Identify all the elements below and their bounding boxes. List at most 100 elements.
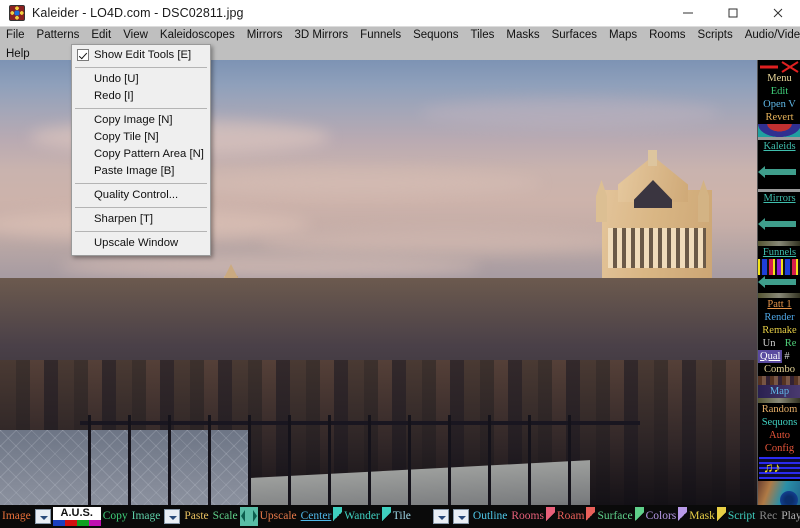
sidebar-item-kaleids[interactable]: Kaleids — [758, 140, 800, 153]
funnels-left-arrow-icon[interactable] — [758, 275, 800, 289]
status-rec-button[interactable]: Rec — [757, 505, 779, 528]
menu-item-paste-image[interactable]: Paste Image [B] — [72, 163, 210, 180]
center-flag-icon — [333, 507, 343, 526]
vj-preview-thumbnail[interactable] — [758, 481, 800, 505]
kaleider-window: Kaleider - LO4D.com - DSC02811.jpg File … — [0, 0, 800, 528]
menu-patterns[interactable]: Patterns — [31, 27, 86, 44]
menu-item-show-edit-tools[interactable]: Show Edit Tools [E] — [72, 47, 210, 64]
menu-audio-video[interactable]: Audio/Video — [739, 27, 800, 44]
menu-tiles[interactable]: Tiles — [465, 27, 501, 44]
menu-item-label: Copy Pattern Area — [94, 148, 187, 160]
scale-arrows-icon[interactable] — [239, 507, 258, 526]
sidebar-item-open-v[interactable]: Open V — [758, 98, 800, 111]
sidebar-item-map[interactable]: Map — [758, 385, 800, 398]
sidebar-item-re[interactable]: Re — [785, 337, 797, 350]
sidebar-item-edit[interactable]: Edit — [758, 85, 800, 98]
status-roam-button[interactable]: Roam — [555, 505, 586, 528]
status-scale-button[interactable]: Scale — [211, 505, 240, 528]
status-outline-button[interactable]: Outline — [471, 505, 510, 528]
sidebar-item-combo[interactable]: Combo — [758, 363, 800, 376]
roam-flag-icon — [586, 507, 596, 526]
menu-item-undo[interactable]: Undo [U] — [72, 71, 210, 88]
sidebar-item-sequons[interactable]: Sequons — [758, 416, 800, 429]
status-mask-button[interactable]: Mask — [687, 505, 717, 528]
sidebar-item-qual[interactable]: Qual — [758, 350, 783, 363]
sidebar-item-config[interactable]: Config — [758, 442, 800, 455]
checkbox-checked-icon — [77, 49, 89, 61]
sidebar-group-mirrors: Mirrors — [758, 192, 800, 241]
menu-separator — [75, 231, 207, 232]
menu-rooms[interactable]: Rooms — [643, 27, 691, 44]
mirrors-left-arrow-icon[interactable] — [758, 217, 800, 231]
sidebar-item-render[interactable]: Render — [758, 311, 800, 324]
menu-file[interactable]: File — [0, 27, 31, 44]
sidebar-group-map: Map — [758, 385, 800, 398]
menu-item-label: Sharpen — [94, 213, 137, 225]
sidebar-item-menu[interactable]: Menu — [758, 72, 800, 85]
menu-funnels[interactable]: Funnels — [354, 27, 407, 44]
edit-dropdown-menu: Show Edit Tools [E] Undo [U] Redo [I] Co… — [71, 44, 211, 256]
tile-combo[interactable] — [432, 509, 449, 524]
status-surface-button[interactable]: Surface — [595, 505, 634, 528]
menu-bar: File Patterns Edit View Kaleidoscopes Mi… — [0, 27, 800, 44]
menu-masks[interactable]: Masks — [500, 27, 545, 44]
music-notes-icon[interactable] — [759, 457, 800, 479]
sidebar-item-un[interactable]: Un — [763, 337, 776, 350]
menu-item-shortcut: [B] — [160, 165, 175, 177]
sidebar-item-random[interactable]: Random — [758, 403, 800, 416]
status-image-label[interactable]: Image — [0, 505, 33, 528]
sidebar-item-patt-1[interactable]: Patt 1 — [758, 298, 800, 311]
menu-item-label: Paste Image — [94, 165, 158, 177]
status-tile-button[interactable]: Tile — [391, 505, 413, 528]
menu-item-label: Copy Image — [94, 114, 155, 126]
menu-mirrors[interactable]: Mirrors — [241, 27, 289, 44]
minimize-icon[interactable] — [665, 0, 710, 27]
menu-edit[interactable]: Edit — [85, 27, 117, 44]
status-rooms-button[interactable]: Rooms — [509, 505, 546, 528]
close-icon[interactable] — [755, 0, 800, 27]
menu-item-shortcut: [N] — [189, 148, 204, 160]
sidebar-item-mirrors[interactable]: Mirrors — [758, 192, 800, 205]
menu-separator — [75, 183, 207, 184]
status-wander-button[interactable]: Wander — [342, 505, 381, 528]
copy-target-combo[interactable] — [164, 509, 181, 524]
status-paste-button[interactable]: Paste — [182, 505, 210, 528]
menu-separator — [75, 207, 207, 208]
status-upscale-button[interactable]: Upscale — [258, 505, 299, 528]
menu-item-redo[interactable]: Redo [I] — [72, 88, 210, 105]
menu-item-upscale-window[interactable]: Upscale Window — [72, 235, 210, 252]
menu-surfaces[interactable]: Surfaces — [546, 27, 603, 44]
sidebar-item-revert[interactable]: Revert — [758, 111, 800, 124]
menu-item-copy-image[interactable]: Copy Image [N] — [72, 112, 210, 129]
sidebar-item-funnels[interactable]: Funnels — [758, 246, 800, 259]
sidebar-item-auto[interactable]: Auto — [758, 429, 800, 442]
menu-item-copy-pattern-area[interactable]: Copy Pattern Area [N] — [72, 146, 210, 163]
menu-scripts[interactable]: Scripts — [692, 27, 739, 44]
status-copy-image-label[interactable]: Image — [130, 505, 163, 528]
vj-dot-icon — [780, 491, 798, 505]
funnel-pattern-thumbnail[interactable] — [758, 259, 800, 275]
status-colors-button[interactable]: Colors — [644, 505, 679, 528]
status-play-button[interactable]: Play — [779, 505, 800, 528]
menu-view[interactable]: View — [117, 27, 154, 44]
menu-item-copy-tile[interactable]: Copy Tile [N] — [72, 129, 210, 146]
aus-logo: A.U.S. — [52, 507, 101, 526]
sidebar-item-remake[interactable]: Remake — [758, 324, 800, 337]
menu-item-quality-control[interactable]: Quality Control... — [72, 187, 210, 204]
menu-kaleidoscopes[interactable]: Kaleidoscopes — [154, 27, 241, 44]
menu-item-shortcut: [T] — [139, 213, 154, 225]
sidebar-item-hash[interactable]: # — [784, 350, 789, 363]
kaleids-left-arrow-icon[interactable] — [758, 165, 800, 179]
image-source-combo[interactable] — [34, 509, 51, 524]
menu-maps[interactable]: Maps — [603, 27, 643, 44]
outline-combo[interactable] — [452, 509, 469, 524]
menu-sequons[interactable]: Sequons — [407, 27, 464, 44]
close-strip[interactable] — [758, 60, 800, 73]
menu-item-shortcut: [N] — [144, 131, 159, 143]
menu-item-sharpen[interactable]: Sharpen [T] — [72, 211, 210, 228]
maximize-icon[interactable] — [710, 0, 755, 27]
status-copy-button[interactable]: Copy — [101, 505, 130, 528]
status-center-button[interactable]: Center — [299, 505, 334, 528]
status-script-button[interactable]: Script — [726, 505, 757, 528]
menu-3d-mirrors[interactable]: 3D Mirrors — [289, 27, 355, 44]
